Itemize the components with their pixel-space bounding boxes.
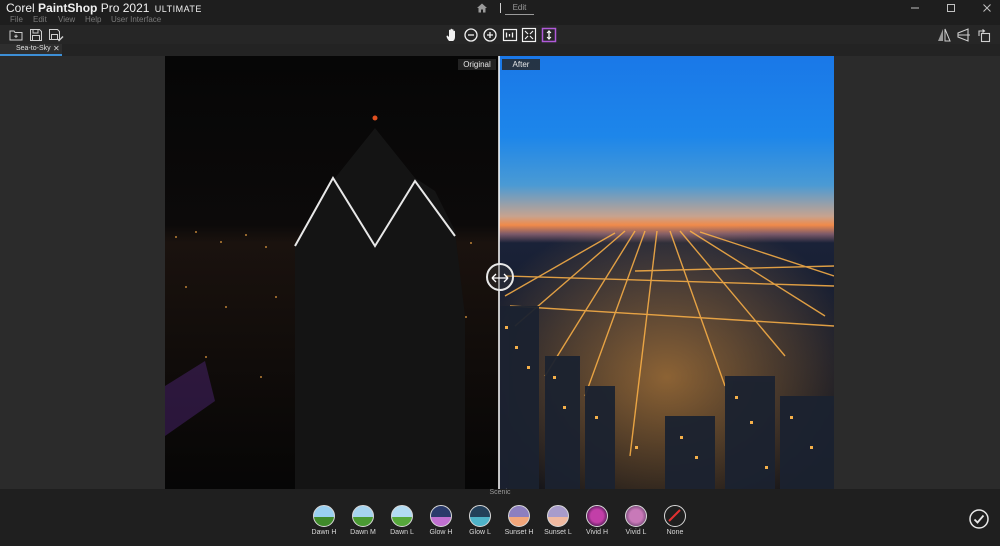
menu-user-interface[interactable]: User Interface	[111, 15, 161, 24]
preset-vivid-l[interactable]: Vivid L	[616, 505, 656, 536]
save-button[interactable]	[28, 27, 44, 43]
glow-thumb-icon	[469, 505, 491, 527]
save-as-icon	[49, 29, 64, 42]
none-slash-icon	[668, 509, 681, 522]
menu-help[interactable]: Help	[85, 15, 101, 24]
app-title-corel: Corel	[6, 1, 35, 15]
preset-strip: Scenic Dawn H Dawn M Dawn L Glow H Glow …	[0, 489, 1000, 546]
maximize-icon	[947, 4, 955, 12]
preset-none[interactable]: None	[655, 505, 695, 536]
menu-view[interactable]: View	[58, 15, 75, 24]
preset-label: Dawn M	[350, 529, 376, 536]
app-title: Corel PaintShop Pro 2021 ULTIMATE	[6, 1, 202, 15]
zoom-in-button[interactable]	[482, 27, 498, 43]
zoom-out-button[interactable]	[463, 27, 479, 43]
flower-thumb-icon	[586, 505, 608, 527]
preset-label: Glow H	[429, 529, 453, 536]
hand-icon	[446, 28, 455, 41]
preset-label: Vivid L	[625, 529, 647, 536]
pan-tool-button[interactable]	[444, 27, 460, 43]
preset-dawn-m[interactable]: Dawn M	[343, 505, 383, 536]
none-thumb-icon	[664, 505, 686, 527]
rotate-button[interactable]	[976, 27, 992, 43]
preset-glow-l[interactable]: Glow L	[460, 505, 500, 536]
preset-label: Sunset H	[504, 529, 534, 536]
split-arrows-icon	[491, 273, 509, 283]
image-canvas[interactable]: Original After	[165, 56, 834, 501]
preset-label: Sunset L	[544, 529, 572, 536]
preset-vivid-h[interactable]: Vivid H	[577, 505, 617, 536]
workspace-separator	[500, 3, 501, 13]
landscape-thumb-icon	[352, 505, 374, 527]
toolbar	[0, 25, 1000, 44]
menu-file[interactable]: File	[10, 15, 23, 24]
split-handle[interactable]	[486, 263, 514, 291]
document-tab[interactable]: Sea-to-Sky ✕	[0, 44, 62, 56]
perspective-button[interactable]	[956, 27, 972, 43]
glow-thumb-icon	[430, 505, 452, 527]
perspective-icon	[957, 28, 970, 42]
preset-glow-h[interactable]: Glow H	[421, 505, 461, 536]
window-controls	[908, 0, 994, 16]
new-file-icon	[9, 30, 23, 41]
preset-label: Glow L	[469, 529, 491, 536]
close-window-button[interactable]	[980, 1, 994, 15]
flower-thumb-icon	[625, 505, 647, 527]
sunset-thumb-icon	[508, 505, 530, 527]
document-tab-bar: Sea-to-Sky ✕	[0, 44, 1000, 56]
after-label: After	[502, 59, 540, 70]
document-tab-label: Sea-to-Sky	[16, 45, 51, 52]
fit-window-icon	[521, 27, 537, 43]
preset-sunset-h[interactable]: Sunset H	[499, 505, 539, 536]
landscape-thumb-icon	[313, 505, 335, 527]
app-title-edition: ULTIMATE	[154, 4, 202, 14]
original-skyscraper-beacon	[372, 115, 378, 121]
original-label: Original	[458, 59, 496, 70]
sunset-thumb-icon	[547, 505, 569, 527]
new-file-button[interactable]	[8, 27, 24, 43]
split-view-icon	[541, 27, 557, 43]
preset-sunset-l[interactable]: Sunset L	[538, 505, 578, 536]
preset-label: Dawn H	[311, 529, 337, 536]
title-bar: Corel PaintShop Pro 2021 ULTIMATE Edit	[0, 0, 1000, 16]
fit-to-window-button[interactable]	[521, 27, 537, 43]
flip-horizontal-button[interactable]	[936, 27, 952, 43]
preset-label: Vivid H	[585, 529, 609, 536]
preset-dawn-l[interactable]: Dawn L	[382, 505, 422, 536]
split-view-button[interactable]	[541, 27, 557, 43]
menu-edit[interactable]: Edit	[33, 15, 47, 24]
preset-label: None	[666, 529, 684, 536]
zoom-in-icon	[483, 28, 497, 42]
actual-size-button[interactable]	[502, 27, 518, 43]
app-title-product: PaintShop	[38, 1, 98, 15]
minimize-icon	[911, 7, 919, 9]
minimize-button[interactable]	[908, 1, 922, 15]
workspace-tab-edit[interactable]: Edit	[505, 3, 534, 15]
save-as-button[interactable]	[48, 27, 64, 43]
rotate-icon	[978, 29, 991, 43]
landscape-thumb-icon	[391, 505, 413, 527]
preset-label: Dawn L	[390, 529, 414, 536]
preset-dawn-h[interactable]: Dawn H	[304, 505, 344, 536]
close-icon	[983, 4, 991, 12]
save-icon	[30, 29, 42, 41]
actual-size-icon	[502, 28, 518, 42]
home-icon[interactable]	[476, 2, 488, 14]
apply-button[interactable]	[969, 509, 989, 529]
maximize-button[interactable]	[944, 1, 958, 15]
document-tab-close-icon[interactable]: ✕	[53, 44, 60, 53]
preset-category-label: Scenic	[489, 489, 511, 496]
app-title-pro: Pro 2021	[100, 1, 150, 15]
zoom-out-icon	[464, 28, 478, 42]
flip-horizontal-icon	[938, 28, 951, 42]
menu-bar: File Edit View Help User Interface	[0, 15, 1000, 25]
checkmark-icon	[969, 509, 989, 529]
